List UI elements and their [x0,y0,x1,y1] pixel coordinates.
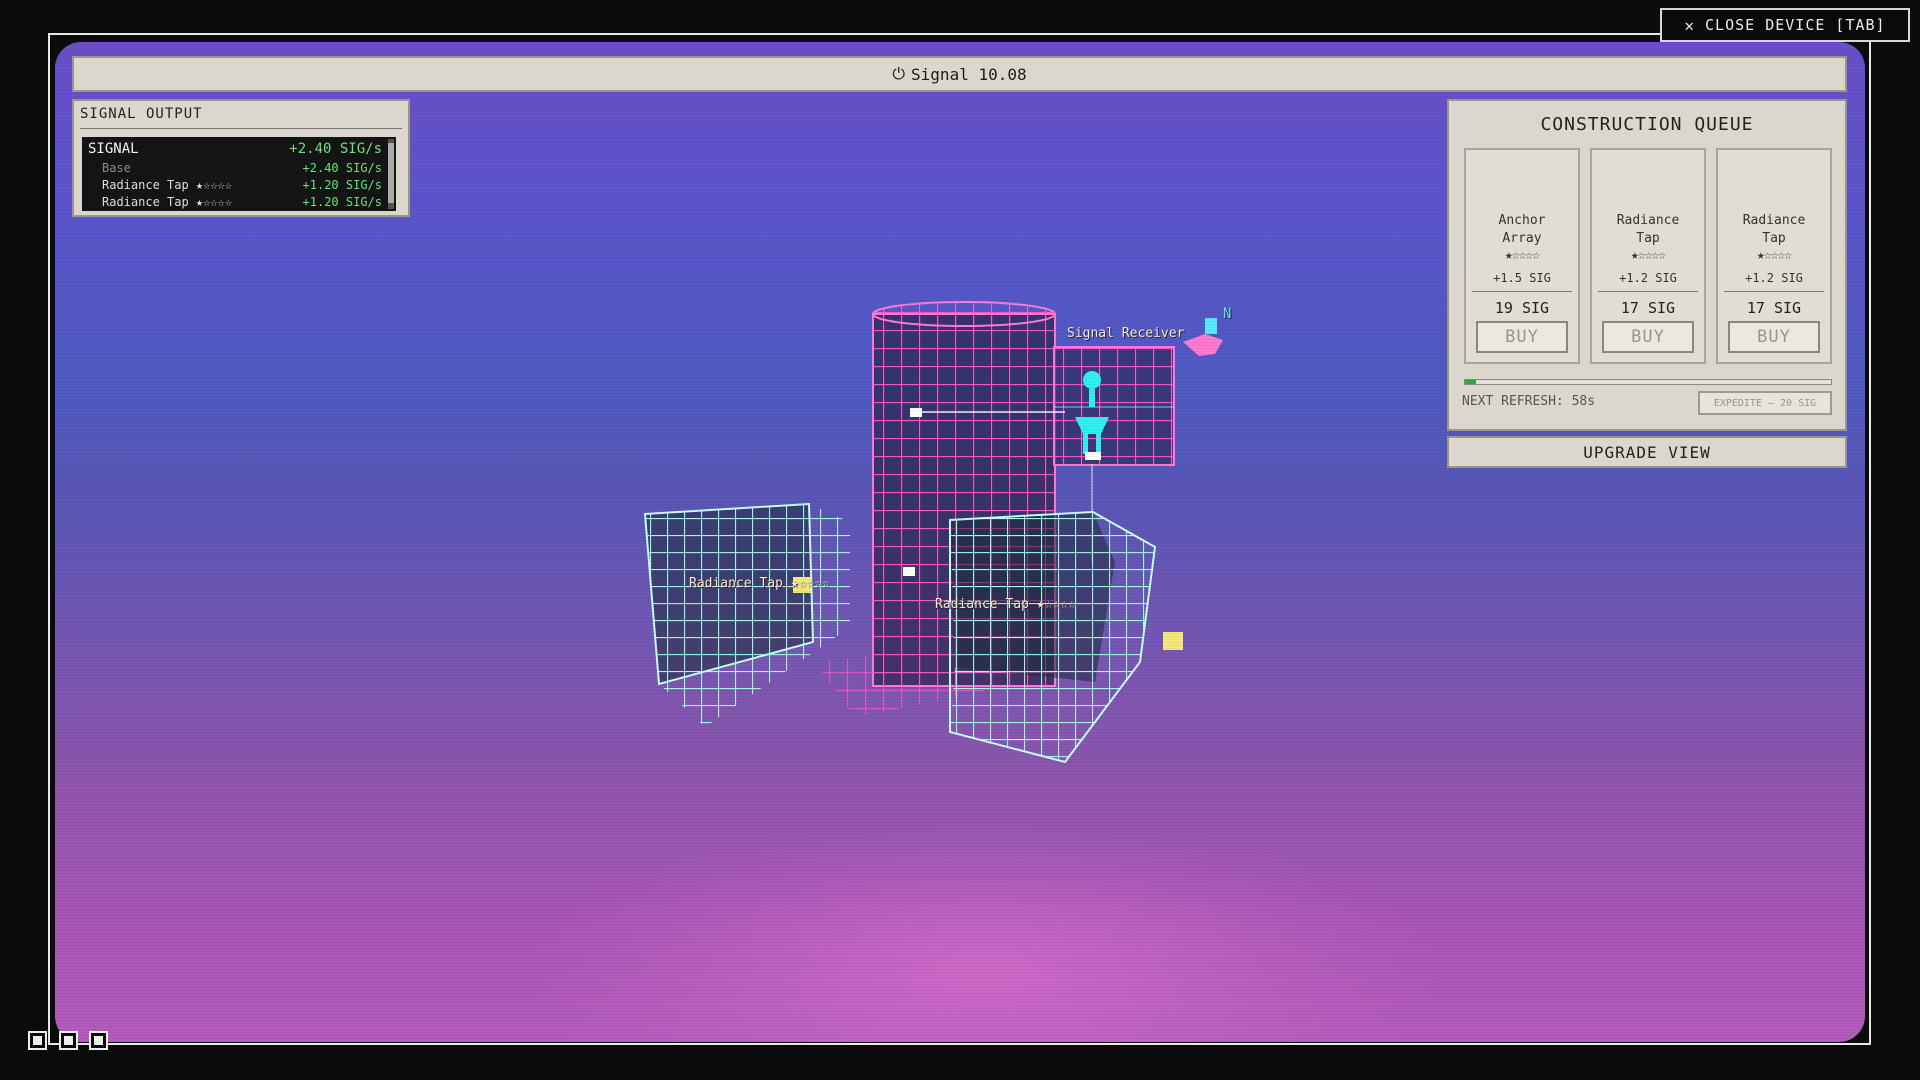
scrollbar-thumb[interactable] [388,143,394,203]
card-output: +1.2 SIG [1619,271,1677,285]
card-output: +1.5 SIG [1493,271,1551,285]
radiance-tap-right-label: Radiance Tap ★☆☆☆☆ [935,597,1076,612]
queue-card-radiance-tap: Radiance Tap ★☆☆☆☆ +1.2 SIG 17 SIG BUY [1716,148,1832,364]
radiance-tap-left[interactable] [643,502,850,727]
star-rating: ★☆☆☆☆ [1630,248,1666,263]
card-name-line: Tap [1636,231,1660,246]
card-cost: 17 SIG [1620,299,1676,317]
queue-card-radiance-tap: Radiance Tap ★☆☆☆☆ +1.2 SIG 17 SIG BUY [1590,148,1706,364]
signal-row-base: Base +2.40 SIG/s [88,161,382,175]
card-name-line: Radiance [1742,213,1806,228]
card-name-line: Radiance [1616,213,1680,228]
card-name: Radiance Tap [1592,212,1704,248]
signal-total-row: SIGNAL +2.40 SIG/s [88,141,382,157]
signal-row-radiance-tap: Radiance Tap ★☆☆☆☆ +1.20 SIG/s [88,195,382,209]
signal-row-radiance-tap: Radiance Tap ★☆☆☆☆ +1.20 SIG/s [88,178,382,192]
signal-row-value: +1.20 SIG/s [302,178,382,192]
close-icon: ✕ [1684,15,1696,35]
buy-button[interactable]: BUY [1602,321,1694,353]
signal-output-title: SIGNAL OUTPUT [80,106,203,122]
signal-receiver-label: Signal Receiver [1067,326,1185,341]
queue-card-anchor-array: Anchor Array ★☆☆☆☆ +1.5 SIG 19 SIG BUY [1464,148,1580,364]
antenna-icon: N [1223,306,1232,322]
signal-total-value: +2.40 SIG/s [289,141,382,157]
next-refresh-label: NEXT REFRESH: 58s [1462,394,1596,409]
card-name-line: Tap [1762,231,1786,246]
star-rating: ★☆☆☆☆ [1504,248,1540,263]
close-device-button[interactable]: ✕ CLOSE DEVICE [TAB] [1660,8,1910,42]
buy-button[interactable]: BUY [1728,321,1820,353]
refresh-progress-fill [1465,380,1476,384]
divider [1472,291,1572,292]
card-name-line: Anchor [1498,213,1546,228]
signal-output-panel: SIGNAL OUTPUT SIGNAL +2.40 SIG/s Base +2… [72,99,410,217]
expedite-button[interactable]: EXPEDITE — 20 SIG [1698,391,1832,415]
construction-queue-panel: CONSTRUCTION QUEUE Anchor Array ★☆☆☆☆ +1.… [1447,99,1847,431]
power-icon: ⏻ [892,64,906,83]
divider [1598,291,1698,292]
window-square-icon[interactable] [28,1031,47,1050]
signal-row-label: Base [102,161,131,175]
signal-header: ⏻ Signal 10.08 [72,56,1847,92]
upgrade-view-button[interactable]: UPGRADE VIEW [1447,436,1847,468]
signal-total-label: SIGNAL [88,141,139,157]
window-square-icon[interactable] [59,1031,78,1050]
signal-header-title: Signal 10.08 [911,64,1027,84]
card-cost: 19 SIG [1494,299,1550,317]
signal-list-scrollbar[interactable] [388,139,394,209]
card-name: Radiance Tap [1718,212,1830,248]
divider [80,128,402,129]
signal-breakdown-list[interactable]: SIGNAL +2.40 SIG/s Base +2.40 SIG/s Radi… [82,137,396,211]
signal-row-value: +2.40 SIG/s [302,161,382,175]
star-rating: ★☆☆☆☆ [1756,248,1792,263]
refresh-progress-bar [1464,379,1832,385]
close-device-label: CLOSE DEVICE [TAB] [1705,16,1886,34]
card-cost: 17 SIG [1746,299,1802,317]
signal-row-value: +1.20 SIG/s [302,195,382,209]
construction-queue-title: CONSTRUCTION QUEUE [1540,114,1754,135]
signal-row-label: Radiance Tap ★☆☆☆☆ [102,178,233,192]
card-name: Anchor Array [1466,212,1578,248]
buy-button[interactable]: BUY [1476,321,1568,353]
window-square-icon[interactable] [89,1031,108,1050]
card-output: +1.2 SIG [1745,271,1803,285]
divider [1724,291,1824,292]
signal-row-label: Radiance Tap ★☆☆☆☆ [102,195,233,209]
card-name-line: Array [1502,231,1542,246]
radiance-tap-left-label: Radiance Tap ★☆☆☆☆ [689,576,830,591]
